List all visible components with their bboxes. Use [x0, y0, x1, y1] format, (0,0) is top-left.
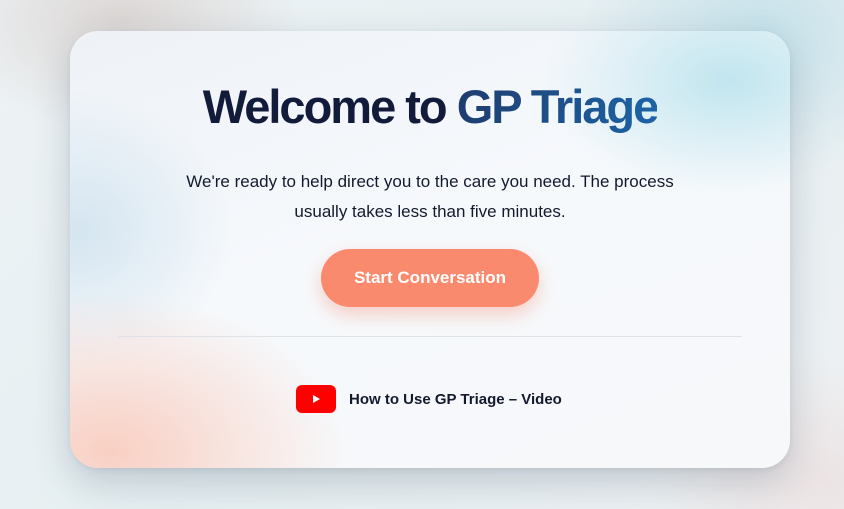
video-link-label: How to Use GP Triage – Video — [349, 390, 562, 408]
page-title: Welcome to GP Triage — [70, 79, 790, 135]
how-to-video-link[interactable]: How to Use GP Triage – Video — [296, 384, 562, 414]
title-prefix: Welcome to — [202, 80, 448, 133]
youtube-play-icon — [296, 385, 336, 413]
welcome-card: Welcome to GP Triage We're ready to help… — [70, 31, 790, 468]
title-brand: GP Triage — [456, 80, 660, 133]
divider — [118, 336, 742, 337]
intro-text: We're ready to help direct you to the ca… — [186, 172, 674, 221]
start-conversation-button[interactable]: Start Conversation — [321, 249, 539, 307]
